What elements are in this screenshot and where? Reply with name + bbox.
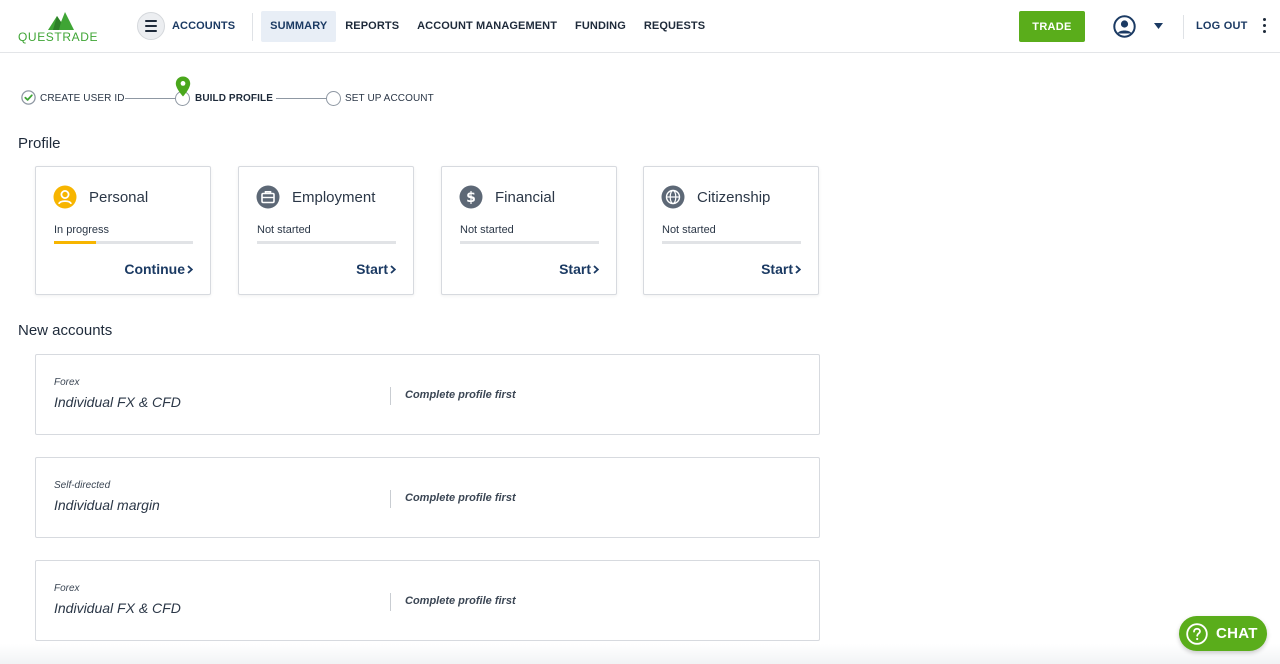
scroll-fade (0, 644, 1280, 664)
account-row[interactable]: Self-directed Individual margin Complete… (35, 457, 820, 538)
dollar-icon: $ (459, 185, 483, 209)
question-circle-icon (1186, 622, 1208, 645)
trade-button[interactable]: TRADE (1019, 11, 1085, 42)
step-connector (276, 98, 327, 99)
person-icon (53, 185, 77, 209)
start-button[interactable]: Start (559, 261, 599, 277)
step-create-user-id: CREATE USER ID (40, 93, 125, 104)
account-type: Forex (54, 583, 80, 594)
briefcase-icon (256, 185, 280, 209)
kebab-dot (1263, 24, 1266, 27)
account-divider (390, 593, 391, 611)
card-title: Personal (89, 189, 149, 206)
logo-mark-icon (48, 12, 74, 30)
header-divider (1183, 15, 1184, 39)
nav-accounts[interactable]: ACCOUNTS (162, 11, 252, 42)
hamburger-icon-line (145, 20, 157, 22)
chat-label: CHAT (1216, 625, 1258, 642)
kebab-dot (1263, 18, 1266, 21)
step-connector (125, 98, 178, 99)
kebab-icon[interactable] (1263, 18, 1266, 33)
account-divider (390, 490, 391, 508)
progress-bar (460, 241, 599, 244)
card-status: Not started (460, 224, 514, 236)
progress-bar (257, 241, 396, 244)
account-row[interactable]: Forex Individual FX & CFD Complete profi… (35, 560, 820, 641)
profile-card-personal: Personal In progress Continue (35, 166, 211, 295)
start-button[interactable]: Start (761, 261, 801, 277)
globe-icon (661, 185, 685, 209)
account-note: Complete profile first (405, 595, 516, 607)
questrade-logo[interactable]: QUESTRADE (18, 10, 108, 44)
kebab-dot (1263, 30, 1266, 33)
progress-bar-fill (54, 241, 96, 244)
card-action-label: Continue (124, 261, 185, 277)
account-type: Self-directed (54, 480, 111, 491)
start-button[interactable]: Start (356, 261, 396, 277)
account-note: Complete profile first (405, 389, 516, 401)
check-circle-icon (21, 90, 36, 105)
new-accounts-heading: New accounts (18, 322, 113, 339)
account-name: Individual FX & CFD (54, 600, 181, 616)
chevron-right-icon (390, 264, 396, 274)
top-navigation-bar: QUESTRADE ACCOUNTS SUMMARY REPORTS ACCOU… (0, 0, 1280, 53)
chevron-right-icon (795, 264, 801, 274)
nav-funding[interactable]: FUNDING (566, 11, 635, 42)
card-status: Not started (662, 224, 716, 236)
main-nav: ACCOUNTS SUMMARY REPORTS ACCOUNT MANAGEM… (162, 11, 714, 42)
account-name: Individual FX & CFD (54, 394, 181, 410)
card-title: Citizenship (697, 189, 771, 206)
nav-reports[interactable]: REPORTS (336, 11, 408, 42)
step-build-profile: BUILD PROFILE (195, 93, 273, 104)
account-divider (390, 387, 391, 405)
nav-divider (252, 12, 254, 41)
card-action-label: Start (356, 261, 388, 277)
chevron-right-icon (187, 264, 193, 274)
nav-account-management[interactable]: ACCOUNT MANAGEMENT (408, 11, 566, 42)
account-type: Forex (54, 377, 80, 388)
location-pin-icon (175, 76, 191, 97)
profile-card-financial: $ Financial Not started Start (441, 166, 617, 295)
card-status: Not started (257, 224, 311, 236)
onboarding-stepper: CREATE USER ID BUILD PROFILE SET UP ACCO… (20, 76, 450, 112)
account-row[interactable]: Forex Individual FX & CFD Complete profi… (35, 354, 820, 435)
chevron-right-icon (593, 264, 599, 274)
step-set-up-account: SET UP ACCOUNT (345, 93, 434, 104)
card-status: In progress (54, 224, 110, 236)
card-action-label: Start (761, 261, 793, 277)
account-name: Individual margin (54, 497, 160, 513)
hamburger-menu-button[interactable] (137, 12, 165, 40)
logout-link[interactable]: LOG OUT (1196, 20, 1248, 32)
card-action-label: Start (559, 261, 591, 277)
card-title: Employment (292, 189, 376, 206)
svg-text:$: $ (466, 190, 476, 206)
profile-card-employment: Employment Not started Start (238, 166, 414, 295)
nav-summary[interactable]: SUMMARY (261, 11, 337, 42)
user-circle-icon[interactable] (1113, 15, 1136, 38)
logo-text: QUESTRADE (18, 30, 99, 44)
progress-bar (662, 241, 801, 244)
hamburger-icon-line (145, 30, 157, 32)
continue-button[interactable]: Continue (124, 261, 193, 277)
card-title: Financial (495, 189, 556, 206)
profile-card-citizenship: Citizenship Not started Start (643, 166, 819, 295)
hamburger-icon-line (145, 25, 157, 27)
step-pending-circle (326, 91, 341, 106)
profile-heading: Profile (18, 135, 61, 152)
account-note: Complete profile first (405, 492, 516, 504)
chat-button[interactable]: CHAT (1179, 616, 1267, 651)
nav-requests[interactable]: REQUESTS (635, 11, 714, 42)
progress-bar (54, 241, 193, 244)
chevron-down-icon[interactable] (1154, 23, 1163, 29)
